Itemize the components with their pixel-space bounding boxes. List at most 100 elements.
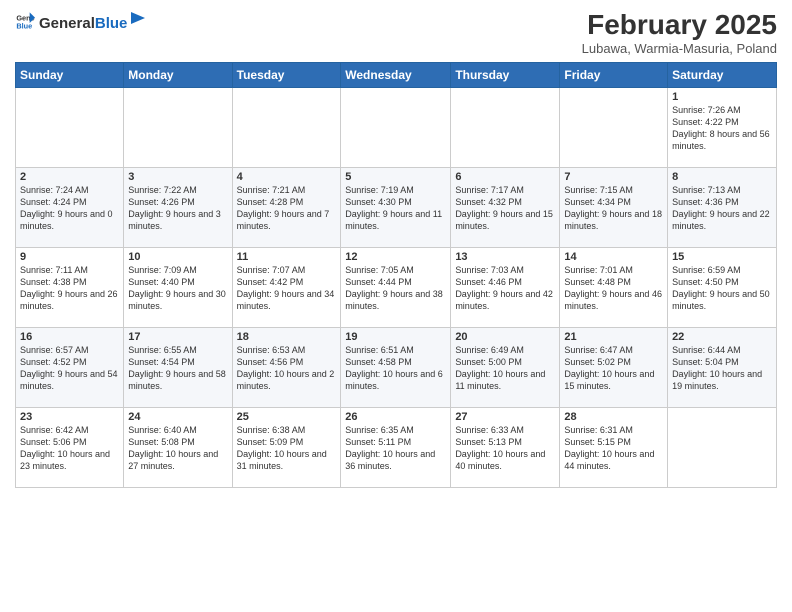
calendar-cell xyxy=(451,87,560,167)
calendar-header-sunday: Sunday xyxy=(16,62,124,87)
calendar-cell: 8Sunrise: 7:13 AM Sunset: 4:36 PM Daylig… xyxy=(668,167,777,247)
calendar-cell: 13Sunrise: 7:03 AM Sunset: 4:46 PM Dayli… xyxy=(451,247,560,327)
logo: General Blue GeneralBlue xyxy=(15,10,147,32)
calendar-cell: 17Sunrise: 6:55 AM Sunset: 4:54 PM Dayli… xyxy=(124,327,232,407)
day-number: 1 xyxy=(672,91,772,103)
day-info: Sunrise: 7:24 AM Sunset: 4:24 PM Dayligh… xyxy=(20,184,119,233)
day-number: 17 xyxy=(128,331,227,343)
logo-flag-icon xyxy=(129,10,147,28)
day-info: Sunrise: 7:19 AM Sunset: 4:30 PM Dayligh… xyxy=(345,184,446,233)
title-block: February 2025 Lubawa, Warmia-Masuria, Po… xyxy=(582,10,777,56)
day-number: 6 xyxy=(455,171,555,183)
day-number: 7 xyxy=(564,171,663,183)
calendar-cell: 1Sunrise: 7:26 AM Sunset: 4:22 PM Daylig… xyxy=(668,87,777,167)
subtitle: Lubawa, Warmia-Masuria, Poland xyxy=(582,41,777,56)
calendar-cell xyxy=(16,87,124,167)
day-number: 8 xyxy=(672,171,772,183)
day-info: Sunrise: 6:47 AM Sunset: 5:02 PM Dayligh… xyxy=(564,344,663,393)
calendar-cell: 5Sunrise: 7:19 AM Sunset: 4:30 PM Daylig… xyxy=(341,167,451,247)
day-info: Sunrise: 7:03 AM Sunset: 4:46 PM Dayligh… xyxy=(455,264,555,313)
day-number: 9 xyxy=(20,251,119,263)
page-container: General Blue GeneralBlue February 2025 L… xyxy=(0,0,792,493)
day-info: Sunrise: 6:57 AM Sunset: 4:52 PM Dayligh… xyxy=(20,344,119,393)
calendar-cell xyxy=(232,87,341,167)
day-info: Sunrise: 6:59 AM Sunset: 4:50 PM Dayligh… xyxy=(672,264,772,313)
calendar-cell: 15Sunrise: 6:59 AM Sunset: 4:50 PM Dayli… xyxy=(668,247,777,327)
calendar-cell: 14Sunrise: 7:01 AM Sunset: 4:48 PM Dayli… xyxy=(560,247,668,327)
day-number: 2 xyxy=(20,171,119,183)
calendar-cell: 23Sunrise: 6:42 AM Sunset: 5:06 PM Dayli… xyxy=(16,407,124,487)
day-info: Sunrise: 6:35 AM Sunset: 5:11 PM Dayligh… xyxy=(345,424,446,473)
day-info: Sunrise: 6:55 AM Sunset: 4:54 PM Dayligh… xyxy=(128,344,227,393)
calendar-cell: 24Sunrise: 6:40 AM Sunset: 5:08 PM Dayli… xyxy=(124,407,232,487)
day-number: 16 xyxy=(20,331,119,343)
logo-icon: General Blue xyxy=(15,11,35,31)
header: General Blue GeneralBlue February 2025 L… xyxy=(15,10,777,56)
calendar-cell: 6Sunrise: 7:17 AM Sunset: 4:32 PM Daylig… xyxy=(451,167,560,247)
calendar-cell: 3Sunrise: 7:22 AM Sunset: 4:26 PM Daylig… xyxy=(124,167,232,247)
calendar-cell xyxy=(668,407,777,487)
day-number: 12 xyxy=(345,251,446,263)
calendar-cell: 10Sunrise: 7:09 AM Sunset: 4:40 PM Dayli… xyxy=(124,247,232,327)
calendar-cell: 4Sunrise: 7:21 AM Sunset: 4:28 PM Daylig… xyxy=(232,167,341,247)
day-number: 24 xyxy=(128,411,227,423)
day-info: Sunrise: 6:31 AM Sunset: 5:15 PM Dayligh… xyxy=(564,424,663,473)
day-number: 4 xyxy=(237,171,337,183)
calendar-cell: 28Sunrise: 6:31 AM Sunset: 5:15 PM Dayli… xyxy=(560,407,668,487)
logo-blue-text: Blue xyxy=(95,15,128,32)
day-number: 19 xyxy=(345,331,446,343)
calendar-header-friday: Friday xyxy=(560,62,668,87)
day-info: Sunrise: 7:26 AM Sunset: 4:22 PM Dayligh… xyxy=(672,104,772,153)
day-info: Sunrise: 7:11 AM Sunset: 4:38 PM Dayligh… xyxy=(20,264,119,313)
day-info: Sunrise: 6:38 AM Sunset: 5:09 PM Dayligh… xyxy=(237,424,337,473)
day-number: 28 xyxy=(564,411,663,423)
calendar-cell xyxy=(560,87,668,167)
day-number: 13 xyxy=(455,251,555,263)
day-info: Sunrise: 7:22 AM Sunset: 4:26 PM Dayligh… xyxy=(128,184,227,233)
day-info: Sunrise: 7:13 AM Sunset: 4:36 PM Dayligh… xyxy=(672,184,772,233)
day-info: Sunrise: 6:51 AM Sunset: 4:58 PM Dayligh… xyxy=(345,344,446,393)
day-number: 23 xyxy=(20,411,119,423)
calendar-header-tuesday: Tuesday xyxy=(232,62,341,87)
day-info: Sunrise: 7:01 AM Sunset: 4:48 PM Dayligh… xyxy=(564,264,663,313)
calendar-cell: 22Sunrise: 6:44 AM Sunset: 5:04 PM Dayli… xyxy=(668,327,777,407)
logo-general-text: General xyxy=(39,15,95,32)
calendar-table: SundayMondayTuesdayWednesdayThursdayFrid… xyxy=(15,62,777,488)
calendar-cell: 21Sunrise: 6:47 AM Sunset: 5:02 PM Dayli… xyxy=(560,327,668,407)
day-number: 15 xyxy=(672,251,772,263)
calendar-header-monday: Monday xyxy=(124,62,232,87)
calendar-week-row: 9Sunrise: 7:11 AM Sunset: 4:38 PM Daylig… xyxy=(16,247,777,327)
day-number: 11 xyxy=(237,251,337,263)
calendar-cell: 9Sunrise: 7:11 AM Sunset: 4:38 PM Daylig… xyxy=(16,247,124,327)
main-title: February 2025 xyxy=(582,10,777,41)
day-number: 20 xyxy=(455,331,555,343)
calendar-cell: 27Sunrise: 6:33 AM Sunset: 5:13 PM Dayli… xyxy=(451,407,560,487)
calendar-cell: 7Sunrise: 7:15 AM Sunset: 4:34 PM Daylig… xyxy=(560,167,668,247)
day-number: 25 xyxy=(237,411,337,423)
day-info: Sunrise: 6:33 AM Sunset: 5:13 PM Dayligh… xyxy=(455,424,555,473)
day-info: Sunrise: 7:21 AM Sunset: 4:28 PM Dayligh… xyxy=(237,184,337,233)
day-info: Sunrise: 7:09 AM Sunset: 4:40 PM Dayligh… xyxy=(128,264,227,313)
calendar-cell xyxy=(124,87,232,167)
calendar-header-thursday: Thursday xyxy=(451,62,560,87)
day-info: Sunrise: 6:44 AM Sunset: 5:04 PM Dayligh… xyxy=(672,344,772,393)
calendar-header-row: SundayMondayTuesdayWednesdayThursdayFrid… xyxy=(16,62,777,87)
day-info: Sunrise: 6:42 AM Sunset: 5:06 PM Dayligh… xyxy=(20,424,119,473)
calendar-cell: 11Sunrise: 7:07 AM Sunset: 4:42 PM Dayli… xyxy=(232,247,341,327)
calendar-week-row: 16Sunrise: 6:57 AM Sunset: 4:52 PM Dayli… xyxy=(16,327,777,407)
day-number: 21 xyxy=(564,331,663,343)
calendar-header-wednesday: Wednesday xyxy=(341,62,451,87)
calendar-week-row: 1Sunrise: 7:26 AM Sunset: 4:22 PM Daylig… xyxy=(16,87,777,167)
calendar-cell: 20Sunrise: 6:49 AM Sunset: 5:00 PM Dayli… xyxy=(451,327,560,407)
calendar-cell: 16Sunrise: 6:57 AM Sunset: 4:52 PM Dayli… xyxy=(16,327,124,407)
calendar-week-row: 23Sunrise: 6:42 AM Sunset: 5:06 PM Dayli… xyxy=(16,407,777,487)
calendar-week-row: 2Sunrise: 7:24 AM Sunset: 4:24 PM Daylig… xyxy=(16,167,777,247)
day-number: 26 xyxy=(345,411,446,423)
day-info: Sunrise: 7:17 AM Sunset: 4:32 PM Dayligh… xyxy=(455,184,555,233)
day-number: 14 xyxy=(564,251,663,263)
day-number: 22 xyxy=(672,331,772,343)
calendar-cell: 26Sunrise: 6:35 AM Sunset: 5:11 PM Dayli… xyxy=(341,407,451,487)
day-number: 5 xyxy=(345,171,446,183)
calendar-cell: 25Sunrise: 6:38 AM Sunset: 5:09 PM Dayli… xyxy=(232,407,341,487)
day-info: Sunrise: 6:49 AM Sunset: 5:00 PM Dayligh… xyxy=(455,344,555,393)
